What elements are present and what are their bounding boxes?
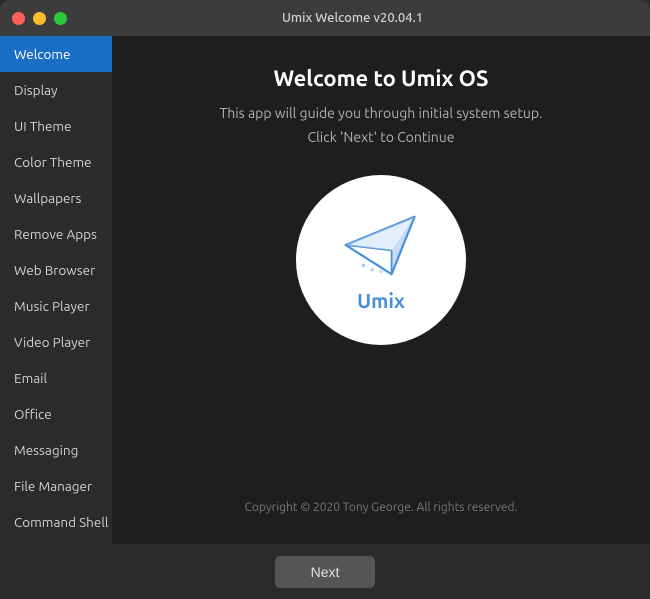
sidebar-item-web-browser[interactable]: Web Browser <box>0 252 112 288</box>
next-button[interactable]: Next <box>275 556 376 588</box>
sidebar-item-office[interactable]: Office <box>0 396 112 432</box>
content-panel: Welcome to Umix OS This app will guide y… <box>112 36 650 544</box>
paper-plane-icon <box>336 208 426 283</box>
sidebar-item-welcome[interactable]: Welcome <box>0 36 112 72</box>
sidebar-item-music-player[interactable]: Music Player <box>0 288 112 324</box>
sidebar-item-color-theme[interactable]: Color Theme <box>0 144 112 180</box>
sidebar-item-remove-apps[interactable]: Remove Apps <box>0 216 112 252</box>
sidebar-item-email[interactable]: Email <box>0 360 112 396</box>
app-window: Umix Welcome v20.04.1 WelcomeDisplayUI T… <box>0 0 650 599</box>
sidebar-item-wallpapers[interactable]: Wallpapers <box>0 180 112 216</box>
sidebar-item-file-manager[interactable]: File Manager <box>0 468 112 504</box>
window-title: Umix Welcome v20.04.1 <box>67 11 638 25</box>
main-area: WelcomeDisplayUI ThemeColor ThemeWallpap… <box>0 36 650 544</box>
logo-text: Umix <box>357 289 405 312</box>
sidebar-item-display[interactable]: Display <box>0 72 112 108</box>
page-title: Welcome to Umix OS <box>274 66 489 91</box>
sidebar-item-command-shell[interactable]: Command Shell <box>0 504 112 540</box>
subtitle-text: This app will guide you through initial … <box>219 105 542 121</box>
logo-circle: Umix <box>296 175 466 345</box>
instruction-text: Click 'Next' to Continue <box>308 129 455 145</box>
sidebar-item-ui-theme[interactable]: UI Theme <box>0 108 112 144</box>
copyright-text: Copyright © 2020 Tony George. All rights… <box>245 501 518 514</box>
titlebar: Umix Welcome v20.04.1 <box>0 0 650 36</box>
maximize-button[interactable] <box>54 12 67 25</box>
traffic-lights <box>12 12 67 25</box>
sidebar: WelcomeDisplayUI ThemeColor ThemeWallpap… <box>0 36 112 544</box>
sidebar-item-messaging[interactable]: Messaging <box>0 432 112 468</box>
bottom-bar: Next <box>0 544 650 599</box>
minimize-button[interactable] <box>33 12 46 25</box>
sidebar-item-video-player[interactable]: Video Player <box>0 324 112 360</box>
close-button[interactable] <box>12 12 25 25</box>
